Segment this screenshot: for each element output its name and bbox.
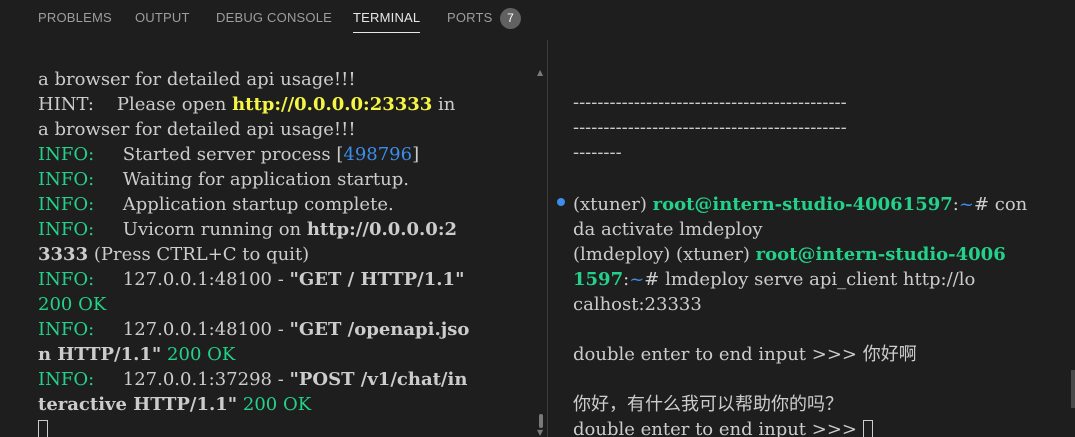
- terminal-line: (xtuner) root@intern-studio-40061597:~# …: [573, 194, 1028, 215]
- left-terminal[interactable]: a browser for detailed api usage!!! HINT…: [0, 40, 536, 437]
- terminal-line: ----------------------------------------…: [573, 117, 847, 138]
- terminal-line: HINT: Please open http://0.0.0.0:23333 i…: [38, 94, 456, 115]
- terminal-line: double enter to end input >>>: [573, 417, 873, 437]
- panel-tab-bar: PROBLEMS OUTPUT DEBUG CONSOLE TERMINAL P…: [0, 0, 1075, 36]
- scroll-down-arrow-icon[interactable]: ▼: [537, 429, 545, 437]
- terminal-line: INFO: Uvicorn running on http://0.0.0.0:…: [38, 219, 458, 240]
- terminal-split-divider[interactable]: [547, 40, 548, 437]
- terminal-line: INFO: Waiting for application startup.: [38, 169, 409, 190]
- terminal-line: (lmdeploy) (xtuner) root@intern-studio-4…: [573, 244, 1006, 265]
- terminal-line: 1597:~# lmdeploy serve api_client http:/…: [573, 269, 976, 290]
- terminal-line: a browser for detailed api usage!!!: [38, 69, 356, 90]
- terminal-line: 你好，有什么我可以帮助你的吗？: [573, 394, 843, 415]
- scroll-up-arrow-icon[interactable]: ▲: [537, 69, 545, 77]
- terminal-line: double enter to end input >>> 你好啊: [573, 344, 917, 365]
- terminal-line: 3333 (Press CTRL+C to quit): [38, 244, 310, 265]
- right-terminal[interactable]: ----------------------------------------…: [550, 40, 1075, 437]
- terminal-line: ----------------------------------------…: [573, 92, 847, 113]
- terminal-line: INFO: 127.0.0.1:48100 - "GET /openapi.js…: [38, 319, 470, 340]
- tab-problems[interactable]: PROBLEMS: [38, 0, 112, 36]
- terminal-line: --------: [573, 142, 622, 163]
- terminal-cursor: [862, 420, 873, 437]
- tab-debug-console[interactable]: DEBUG CONSOLE: [216, 0, 332, 36]
- terminal-line: teractive HTTP/1.1" 200 OK: [38, 394, 312, 415]
- right-terminal-scrollbar-thumb[interactable]: [1071, 370, 1075, 408]
- ports-count-badge: 7: [500, 8, 521, 29]
- terminal-line: calhost:23333: [573, 294, 702, 315]
- left-terminal-scrollbar-thumb[interactable]: [539, 414, 543, 428]
- terminal-line: a browser for detailed api usage!!!: [38, 119, 356, 140]
- terminal-line: n HTTP/1.1" 200 OK: [38, 344, 236, 365]
- tab-ports[interactable]: PORTS: [447, 0, 493, 36]
- terminal-cursor-line: [38, 417, 48, 437]
- terminal-cursor: [38, 420, 48, 437]
- terminal-line: 200 OK: [38, 294, 107, 315]
- tab-output[interactable]: OUTPUT: [135, 0, 190, 36]
- terminal-line: INFO: Application startup complete.: [38, 194, 394, 215]
- terminal-line: INFO: Started server process [498796]: [38, 144, 420, 165]
- terminal-line: INFO: 127.0.0.1:48100 - "GET / HTTP/1.1": [38, 269, 465, 290]
- tab-terminal[interactable]: TERMINAL: [353, 0, 421, 36]
- terminal-line: da activate lmdeploy: [573, 219, 763, 240]
- terminal-line: INFO: 127.0.0.1:37298 - "POST /v1/chat/i…: [38, 369, 468, 390]
